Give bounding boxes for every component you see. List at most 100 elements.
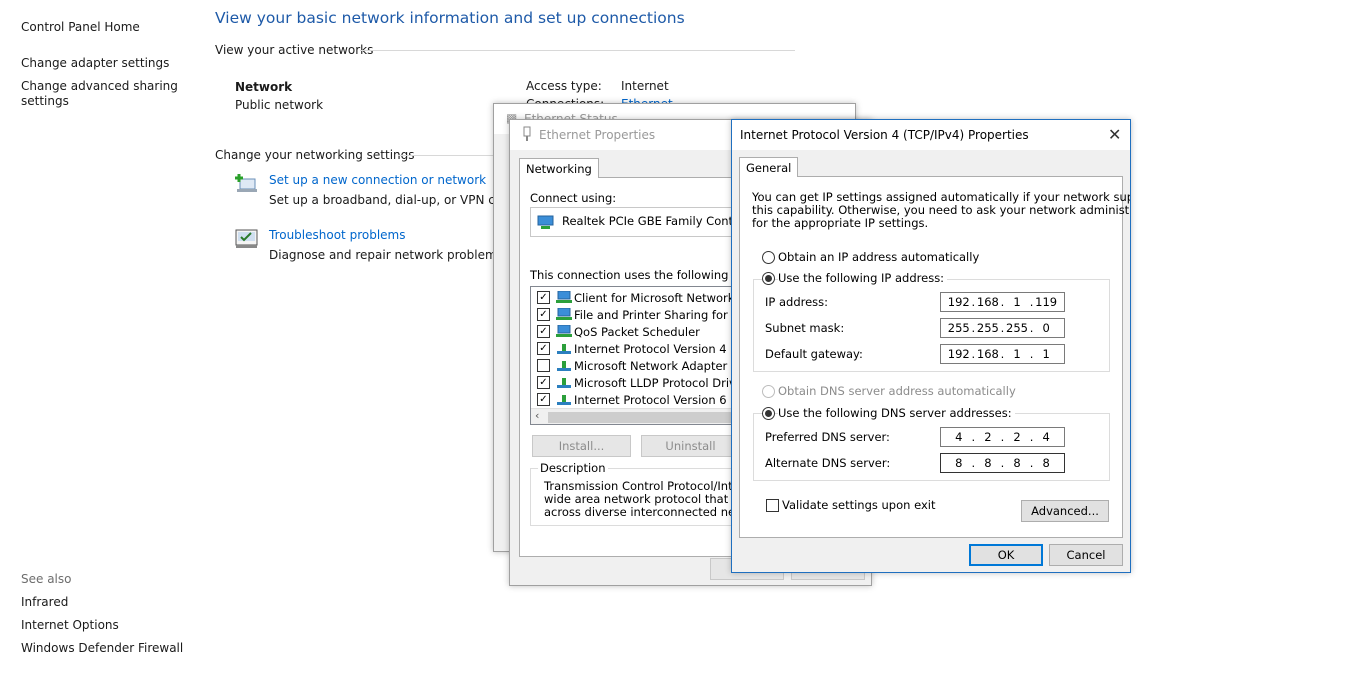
- cancel-button[interactable]: Cancel: [1049, 544, 1123, 566]
- network-name: Network: [235, 80, 293, 94]
- scroll-left-icon[interactable]: ‹: [535, 409, 539, 422]
- sharing-network-icon: [556, 308, 572, 320]
- change-advanced-sharing-link-line2[interactable]: settings: [21, 94, 69, 108]
- item-label: Microsoft LLDP Protocol Driver: [574, 375, 748, 390]
- octet-separator: .: [1000, 347, 1005, 361]
- ip-octet: 1: [1042, 347, 1050, 361]
- octet-separator: .: [1000, 430, 1005, 444]
- octet-separator: .: [1029, 456, 1034, 470]
- troubleshoot-icon: [235, 229, 258, 248]
- octet-separator: .: [971, 295, 976, 309]
- ip-octet: 255: [1006, 321, 1028, 335]
- ip-octet: 255: [947, 321, 970, 335]
- ip-octet: 2: [1013, 430, 1021, 444]
- octet-separator: .: [1029, 430, 1034, 444]
- list-item[interactable]: ✓ Microsoft LLDP Protocol Driver: [537, 374, 748, 391]
- ip-octet: 2: [984, 430, 992, 444]
- tab-general[interactable]: General: [739, 157, 799, 177]
- default-gateway-label: Default gateway:: [765, 347, 863, 361]
- setup-connection-link[interactable]: Set up a new connection or network: [269, 173, 486, 187]
- ip-octet: 8: [955, 456, 963, 470]
- alternate-dns-field[interactable]: 8. 8. 8. 8: [940, 453, 1065, 473]
- obtain-dns-auto-radio[interactable]: [762, 385, 775, 398]
- item-label: Client for Microsoft Networks: [574, 290, 741, 305]
- active-networks-heading: View your active networks: [215, 43, 374, 57]
- obtain-dns-auto-label[interactable]: Obtain DNS server address automatically: [778, 384, 1016, 398]
- item-checkbox[interactable]: [537, 359, 550, 372]
- item-label: QoS Packet Scheduler: [574, 324, 700, 339]
- description-label: Description: [538, 461, 608, 475]
- octet-separator: .: [1000, 295, 1005, 309]
- octet-separator: .: [1000, 456, 1005, 470]
- item-checkbox[interactable]: ✓: [537, 325, 550, 338]
- obtain-ip-auto-radio[interactable]: [762, 251, 775, 264]
- ok-button[interactable]: OK: [969, 544, 1043, 566]
- change-advanced-sharing-link[interactable]: Change advanced sharing: [21, 79, 178, 93]
- octet-separator: .: [971, 347, 976, 361]
- ip-octet: 192: [947, 347, 970, 361]
- control-panel-home-link[interactable]: Control Panel Home: [21, 20, 140, 34]
- access-type-label: Access type:: [526, 79, 602, 93]
- ip-octet: 168: [976, 295, 999, 309]
- connect-using-label: Connect using:: [530, 191, 617, 205]
- use-dns-label[interactable]: Use the following DNS server addresses:: [778, 406, 1015, 420]
- ip-octet: 255: [976, 321, 999, 335]
- ethernet-plug-icon: [523, 126, 531, 141]
- uninstall-button[interactable]: Uninstall: [641, 435, 740, 457]
- see-also-infrared-link[interactable]: Infrared: [21, 595, 68, 609]
- use-ip-label[interactable]: Use the following IP address:: [778, 271, 948, 285]
- ipv4-title: Internet Protocol Version 4 (TCP/IPv4) P…: [740, 128, 1029, 142]
- ip-octet: 8: [984, 456, 992, 470]
- see-also-heading: See also: [21, 572, 72, 586]
- intro-line: You can get IP settings assigned automat…: [752, 190, 1131, 204]
- install-button[interactable]: Install...: [532, 435, 631, 457]
- change-settings-heading: Change your networking settings: [215, 148, 415, 162]
- list-item[interactable]: ✓ QoS Packet Scheduler: [537, 323, 700, 340]
- advanced-button[interactable]: Advanced...: [1021, 500, 1109, 522]
- subnet-mask-field[interactable]: 255. 255. 255. 0: [940, 318, 1065, 338]
- ip-octet: 8: [1042, 456, 1050, 470]
- intro-line: for the appropriate IP settings.: [752, 216, 929, 230]
- item-checkbox[interactable]: ✓: [537, 308, 550, 321]
- section-divider: [360, 50, 795, 51]
- item-checkbox[interactable]: ✓: [537, 376, 550, 389]
- ip-octet: 0: [1042, 321, 1050, 335]
- ip-octet: 1: [1013, 295, 1021, 309]
- ip-octet: 192: [947, 295, 970, 309]
- use-ip-radio[interactable]: [762, 272, 775, 285]
- section-divider-2: [398, 155, 498, 156]
- see-also-firewall-link[interactable]: Windows Defender Firewall: [21, 641, 183, 655]
- client-network-icon: [556, 291, 572, 303]
- item-checkbox[interactable]: ✓: [537, 291, 550, 304]
- obtain-ip-auto-label[interactable]: Obtain an IP address automatically: [778, 250, 979, 264]
- octet-separator: .: [1029, 295, 1034, 309]
- list-item[interactable]: ✓ Client for Microsoft Networks: [537, 289, 740, 306]
- preferred-dns-field[interactable]: 4. 2. 2. 4: [940, 427, 1065, 447]
- octet-separator: .: [971, 430, 976, 444]
- setup-connection-icon: [235, 174, 257, 192]
- tab-networking[interactable]: Networking: [519, 158, 599, 178]
- item-checkbox[interactable]: ✓: [537, 342, 550, 355]
- validate-checkbox[interactable]: [766, 499, 779, 512]
- octet-separator: .: [1000, 321, 1005, 335]
- ethernet-properties-title: Ethernet Properties: [539, 128, 656, 142]
- see-also-internet-options-link[interactable]: Internet Options: [21, 618, 119, 632]
- troubleshoot-link[interactable]: Troubleshoot problems: [269, 228, 405, 242]
- list-item[interactable]: ✓ Internet Protocol Version 6 (TCP/: [537, 391, 760, 408]
- octet-separator: .: [971, 456, 976, 470]
- qos-network-icon: [556, 325, 572, 337]
- use-dns-radio[interactable]: [762, 407, 775, 420]
- list-item[interactable]: ✓ Internet Protocol Version 4 (TCP/: [537, 340, 760, 357]
- validate-label[interactable]: Validate settings upon exit: [782, 498, 935, 512]
- ip-octet: 4: [1042, 430, 1050, 444]
- close-icon[interactable]: ✕: [1108, 125, 1121, 144]
- troubleshoot-desc: Diagnose and repair network problems, or: [269, 248, 523, 262]
- item-checkbox[interactable]: ✓: [537, 393, 550, 406]
- ip-octet: 119: [1035, 295, 1058, 309]
- default-gateway-field[interactable]: 192. 168. 1. 1: [940, 344, 1065, 364]
- protocol-icon: [557, 378, 571, 388]
- ip-address-field[interactable]: 192. 168. 1. 119: [940, 292, 1065, 312]
- change-adapter-settings-link[interactable]: Change adapter settings: [21, 56, 169, 70]
- ip-octet: 1: [1013, 347, 1021, 361]
- setup-connection-desc: Set up a broadband, dial-up, or VPN conn…: [269, 193, 525, 207]
